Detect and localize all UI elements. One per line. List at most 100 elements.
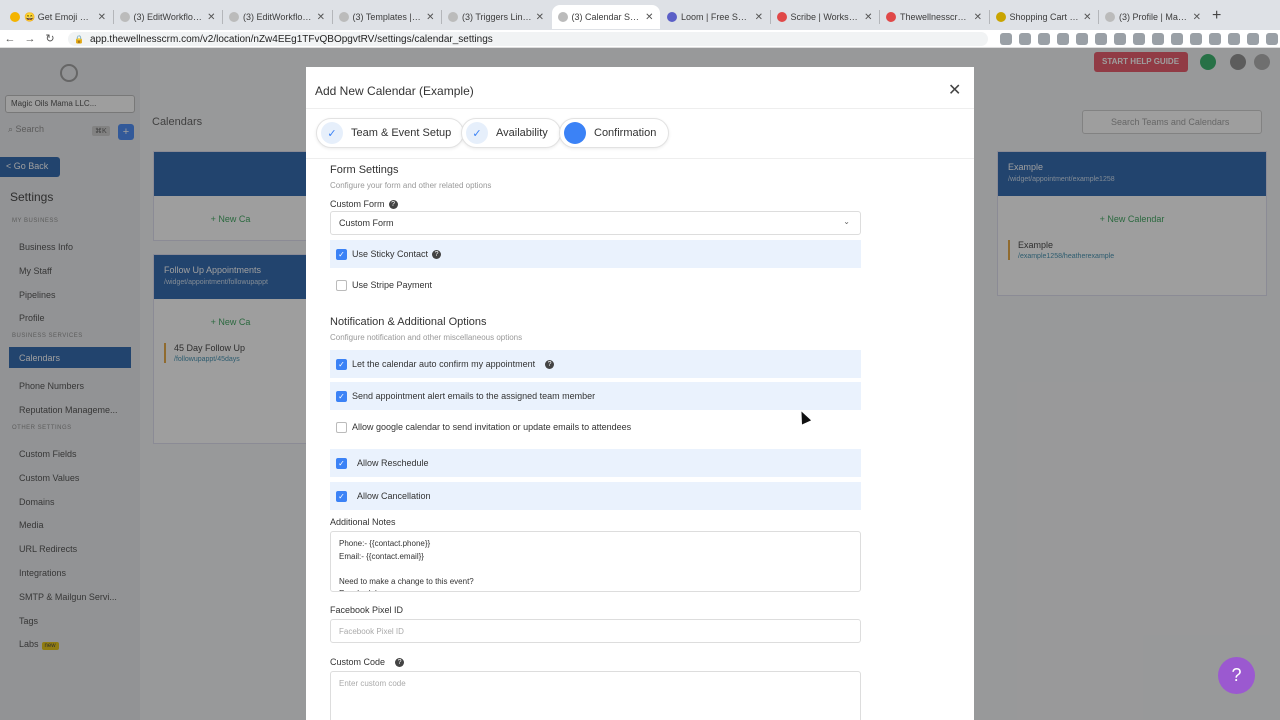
custom-form-select[interactable]: Custom Form ⌄ xyxy=(330,211,861,235)
browser-tab[interactable]: (3) Triggers Links | ✕ xyxy=(442,5,550,29)
help-fab-button[interactable]: ? xyxy=(1218,657,1255,694)
tab-close-icon[interactable]: ✕ xyxy=(536,12,544,23)
tab-close-icon[interactable]: ✕ xyxy=(426,12,434,23)
tab-separator xyxy=(112,10,114,24)
extension-icon[interactable] xyxy=(1247,33,1259,45)
tab-separator xyxy=(331,10,333,24)
tab-favicon-icon xyxy=(119,12,130,22)
auto-confirm-checkbox[interactable]: ✓ xyxy=(336,358,347,370)
auto-confirm-row[interactable]: ✓ Let the calendar auto confirm my appoi… xyxy=(330,350,861,378)
help-icon[interactable]: ? xyxy=(432,249,442,259)
alert-emails-checkbox[interactable]: ✓ xyxy=(336,390,347,402)
tab-close-icon[interactable]: ✕ xyxy=(645,12,653,23)
tab-favicon-icon xyxy=(448,12,458,22)
sticky-contact-label: Use Sticky Contact xyxy=(352,249,429,259)
tab-label: 😄 Get Emoji — All E xyxy=(24,11,94,22)
browser-tab[interactable]: (3) Templates | Mag✕ xyxy=(333,5,441,29)
extension-icon[interactable] xyxy=(1209,33,1221,45)
tab-close-icon[interactable]: ✕ xyxy=(974,12,982,23)
current-step-icon xyxy=(564,122,586,144)
modal-title: Add New Calendar (Example) xyxy=(315,84,474,98)
tab-separator xyxy=(879,10,880,24)
tab-close-icon[interactable]: ✕ xyxy=(207,12,215,23)
reload-icon[interactable]: ↻ xyxy=(40,32,60,45)
browser-tab[interactable]: Loom | Free Screen ✕ xyxy=(661,5,769,29)
tab-label: Shopping Cart | Wh xyxy=(1009,12,1080,22)
help-icon[interactable]: ? xyxy=(545,359,555,369)
extension-icons: H ⋮ xyxy=(1000,33,1280,46)
help-icon[interactable]: ? xyxy=(388,200,398,210)
notification-options-subtitle: Configure notification and other miscell… xyxy=(330,333,523,342)
browser-tab[interactable]: Scribe | Workspace✕ xyxy=(771,5,879,29)
forward-icon[interactable]: → xyxy=(20,33,40,45)
tab-close-icon[interactable]: ✕ xyxy=(755,12,763,23)
browser-tabbar: 😄 Get Emoji — All E✕(3) EditWorkflow | M… xyxy=(0,0,1280,30)
auto-confirm-label: Let the calendar auto confirm my appoint… xyxy=(352,359,536,369)
browser-tab[interactable]: (3) EditWorkflow | M✕ xyxy=(223,5,331,29)
stripe-payment-checkbox[interactable] xyxy=(336,279,347,291)
extension-icon[interactable] xyxy=(1000,33,1012,45)
custom-code-textarea[interactable]: Enter custom code xyxy=(330,671,861,720)
tab-separator xyxy=(222,10,223,24)
allow-reschedule-row[interactable]: ✓ Allow Reschedule xyxy=(330,449,861,477)
browser-tab[interactable]: (3) Calendar Settin ✕ xyxy=(551,5,660,29)
allow-cancellation-checkbox[interactable]: ✓ xyxy=(336,490,347,502)
extension-icon[interactable] xyxy=(1038,33,1050,45)
browser-tab[interactable]: Thewellnesscrm W ✕ xyxy=(880,5,988,29)
close-icon[interactable]: ✕ xyxy=(948,80,961,100)
extension-icon[interactable] xyxy=(1190,33,1202,45)
allow-reschedule-checkbox[interactable]: ✓ xyxy=(336,457,347,469)
step-availability[interactable]: ✓ Availability xyxy=(461,118,561,148)
allow-cancellation-row[interactable]: ✓ Allow Cancellation xyxy=(330,482,861,510)
custom-form-value: Custom Form xyxy=(339,218,394,228)
tab-separator xyxy=(769,10,771,24)
google-invite-checkbox[interactable] xyxy=(336,421,347,433)
extension-icon[interactable] xyxy=(1095,33,1107,45)
tab-label: (3) Profile | Magic O xyxy=(1119,12,1189,22)
tab-label: (3) EditWorkflow | M xyxy=(133,12,204,22)
tab-favicon-icon xyxy=(10,12,20,22)
sticky-contact-row[interactable]: ✓ Use Sticky Contact ? xyxy=(330,240,861,268)
tab-close-icon[interactable]: ✕ xyxy=(864,12,872,23)
tab-close-icon[interactable]: ✕ xyxy=(1083,12,1091,23)
tab-separator xyxy=(1098,10,1099,24)
extension-icon[interactable] xyxy=(1057,33,1069,45)
tab-close-icon[interactable]: ✕ xyxy=(98,12,106,23)
tab-favicon-icon xyxy=(229,12,239,22)
extension-icon[interactable] xyxy=(1114,33,1126,45)
form-settings-subtitle: Configure your form and other related op… xyxy=(330,181,492,190)
extension-icon[interactable] xyxy=(1171,33,1183,45)
extension-icon[interactable] xyxy=(1133,33,1145,45)
tab-close-icon[interactable]: ✕ xyxy=(1193,12,1201,23)
extension-icon[interactable] xyxy=(1076,33,1088,45)
browser-tab[interactable]: (3) EditWorkflow | M✕ xyxy=(114,5,222,29)
extension-icon[interactable] xyxy=(1152,33,1164,45)
new-tab-button[interactable]: + xyxy=(1212,7,1221,25)
google-invite-row[interactable]: Allow google calendar to send invitation… xyxy=(330,413,861,441)
check-icon: ✓ xyxy=(466,122,488,144)
browser-tab[interactable]: (3) Profile | Magic O ✕ xyxy=(1099,5,1207,29)
stripe-payment-label: Use Stripe Payment xyxy=(352,280,433,290)
extension-icon[interactable] xyxy=(1228,33,1240,45)
browser-tab[interactable]: 😄 Get Emoji — All E ✕ xyxy=(4,5,112,29)
alert-emails-row[interactable]: ✓ Send appointment alert emails to the a… xyxy=(330,382,861,410)
lock-icon: 🔒 xyxy=(74,34,84,44)
back-icon[interactable]: ← xyxy=(0,33,20,45)
help-icon[interactable]: ? xyxy=(395,658,405,668)
step-team-event-setup[interactable]: ✓ Team & Event Setup xyxy=(316,118,465,148)
additional-notes-textarea[interactable]: Phone:- {{contact.phone}} Email:- {{cont… xyxy=(330,531,861,592)
tab-close-icon[interactable]: ✕ xyxy=(317,12,325,23)
step-confirmation[interactable]: Confirmation xyxy=(559,118,670,148)
address-bar[interactable]: 🔒 app.thewellnesscrm.com/v2/location/nZw… xyxy=(68,32,988,46)
step-label: Team & Event Setup xyxy=(351,127,452,139)
sticky-contact-checkbox[interactable]: ✓ xyxy=(336,248,347,260)
tab-label: Loom | Free Screen xyxy=(681,12,751,22)
facebook-pixel-input[interactable]: Facebook Pixel ID xyxy=(330,619,861,643)
extension-icon[interactable] xyxy=(1019,33,1031,45)
stripe-payment-row[interactable]: Use Stripe Payment xyxy=(330,271,861,299)
browser-tab[interactable]: Shopping Cart | Wh✕ xyxy=(990,5,1098,29)
browser-toolbar: ← → ↻ 🔒 app.thewellnesscrm.com/v2/locati… xyxy=(0,30,1280,48)
extension-icon[interactable] xyxy=(1266,33,1278,45)
tab-label: (3) Calendar Settin xyxy=(571,12,642,22)
tab-label: (3) Triggers Links | xyxy=(462,12,532,22)
